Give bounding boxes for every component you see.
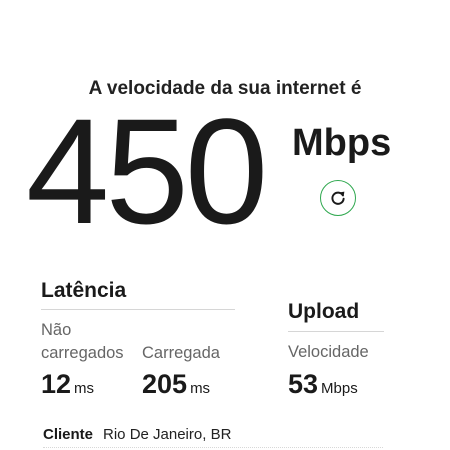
upload-speed-metric: 53 Mbps <box>288 369 358 400</box>
client-label: Cliente <box>43 426 94 443</box>
upload-speed-unit: Mbps <box>321 380 358 397</box>
client-location: Rio De Janeiro, BR <box>103 426 232 443</box>
unloaded-latency-label: Não carregados <box>41 321 124 362</box>
download-speed-value: 450 <box>26 87 268 255</box>
unloaded-latency-unit: ms <box>74 380 95 397</box>
upload-speed-value: 53 <box>288 369 319 399</box>
refresh-icon <box>329 189 347 207</box>
unloaded-latency-value: 12 <box>41 369 72 399</box>
latency-divider <box>41 309 235 310</box>
client-info: Cliente Rio De Janeiro, BR <box>43 426 231 443</box>
latency-title: Latência <box>41 279 127 302</box>
loaded-latency-unit: ms <box>190 380 211 397</box>
upload-title: Upload <box>288 300 360 323</box>
refresh-button[interactable] <box>320 180 356 216</box>
upload-divider <box>288 331 384 332</box>
upload-speed-label: Velocidade <box>288 343 369 361</box>
loaded-latency-value: 205 <box>142 369 188 399</box>
loaded-latency-label: Carregada <box>142 344 220 362</box>
unloaded-latency-metric: 12 ms <box>41 369 94 400</box>
loaded-latency-metric: 205 ms <box>142 369 210 400</box>
download-speed-unit: Mbps <box>292 122 392 164</box>
